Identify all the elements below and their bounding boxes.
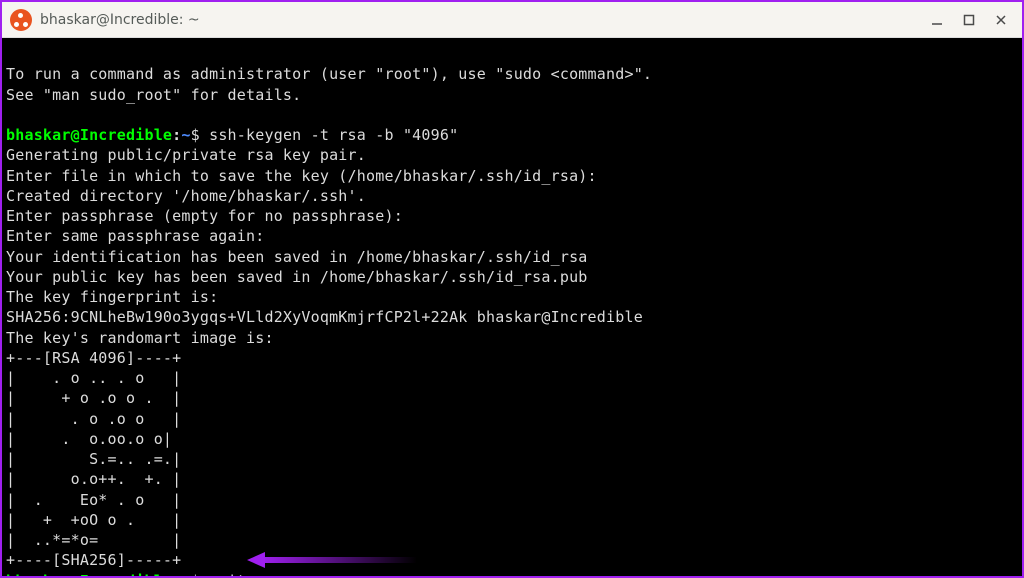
output-line: Enter file in which to save the key (/ho… <box>6 167 597 185</box>
prompt-userhost: bhaskar@Incredible <box>6 572 172 577</box>
randomart-line: | . o.oo.o o| <box>6 430 172 448</box>
minimize-icon <box>931 14 943 26</box>
output-line: Enter same passphrase again: <box>6 227 264 245</box>
typed-command[interactable]: exit <box>209 572 246 577</box>
output-line: Created directory '/home/bhaskar/.ssh'. <box>6 187 366 205</box>
output-line: Enter passphrase (empty for no passphras… <box>6 207 403 225</box>
randomart-line: | ..*=*o= | <box>6 531 181 549</box>
window-title: bhaskar@Incredible: ~ <box>40 12 922 28</box>
randomart-line: | + +oO o . | <box>6 511 181 529</box>
command-text: ssh-keygen -t rsa -b "4096" <box>209 126 458 144</box>
prompt-line-current: bhaskar@Incredible:~$ exit <box>6 572 255 577</box>
prompt-symbol: $ <box>191 126 200 144</box>
randomart-line: | + o .o o . | <box>6 389 181 407</box>
randomart-line: +----[SHA256]-----+ <box>6 551 181 569</box>
titlebar[interactable]: bhaskar@Incredible: ~ <box>2 2 1022 38</box>
output-line: Your public key has been saved in /home/… <box>6 268 588 286</box>
randomart-line: +---[RSA 4096]----+ <box>6 349 181 367</box>
randomart-line: | . o .. . o | <box>6 369 181 387</box>
motd-line: To run a command as administrator (user … <box>6 65 652 83</box>
output-line: Generating public/private rsa key pair. <box>6 146 366 164</box>
randomart-line: | o.o++. +. | <box>6 470 181 488</box>
motd-line: See "man sudo_root" for details. <box>6 86 301 104</box>
output-line: The key fingerprint is: <box>6 288 218 306</box>
close-button[interactable] <box>994 13 1008 27</box>
randomart-line: | . o .o o | <box>6 410 181 428</box>
output-line: Your identification has been saved in /h… <box>6 248 588 266</box>
prompt-userhost: bhaskar@Incredible <box>6 126 172 144</box>
terminal-content: To run a command as administrator (user … <box>6 44 1018 576</box>
prompt-symbol: $ <box>191 572 200 577</box>
prompt-path: ~ <box>181 126 190 144</box>
randomart-line: | S.=.. .=.| <box>6 450 181 468</box>
prompt-sep: : <box>172 126 181 144</box>
maximize-button[interactable] <box>962 13 976 27</box>
minimize-button[interactable] <box>930 13 944 27</box>
ubuntu-icon <box>10 9 32 31</box>
prompt-sep: : <box>172 572 181 577</box>
close-icon <box>995 14 1007 26</box>
output-line: The key's randomart image is: <box>6 329 274 347</box>
prompt-path: ~ <box>181 572 190 577</box>
output-line: SHA256:9CNLheBw190o3ygqs+VLld2XyVoqmKmjr… <box>6 308 643 326</box>
randomart-line: | . Eo* . o | <box>6 491 181 509</box>
terminal-body[interactable]: To run a command as administrator (user … <box>2 38 1022 576</box>
window-controls <box>930 13 1014 27</box>
maximize-icon <box>963 14 975 26</box>
prompt-line: bhaskar@Incredible:~$ ssh-keygen -t rsa … <box>6 126 458 144</box>
terminal-window: bhaskar@Incredible: ~ To run a command a… <box>0 0 1024 578</box>
